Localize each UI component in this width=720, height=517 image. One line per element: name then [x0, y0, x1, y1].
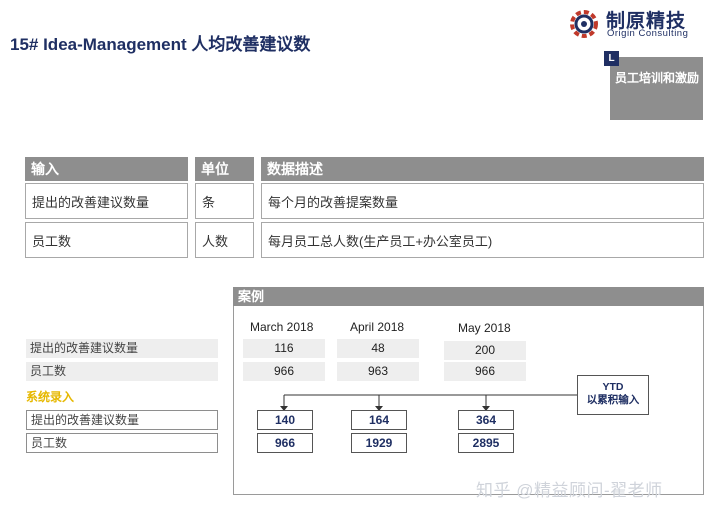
page-title: 15# Idea-Management 人均改善建议数	[10, 35, 311, 54]
cumulative-value: 1929	[351, 433, 407, 453]
value-cell: 116	[243, 339, 325, 358]
value-cell: 966	[444, 362, 526, 381]
header-input: 输入	[25, 157, 188, 181]
month-label: May 2018	[458, 321, 511, 335]
table-cell-description: 每月员工总人数(生产员工+办公室员工)	[261, 222, 704, 258]
month-label: March 2018	[250, 320, 314, 334]
ytd-subtitle: 以累积输入	[586, 394, 640, 406]
header-description: 数据描述	[261, 157, 704, 181]
table-cell-input: 员工数	[25, 222, 188, 258]
header-unit: 单位	[195, 157, 254, 181]
value-cell: 966	[243, 362, 325, 381]
category-letter-badge: L	[604, 51, 619, 66]
table-cell-unit: 条	[195, 183, 254, 219]
table-cell-description: 每个月的改善提案数量	[261, 183, 704, 219]
row-label-employees: 员工数	[26, 362, 218, 381]
ytd-connector-arrows	[280, 394, 577, 411]
category-box	[610, 57, 703, 120]
cumulative-value: 966	[257, 433, 313, 453]
ytd-note: YTD 以累积输入	[577, 375, 649, 415]
cumulative-value: 140	[257, 410, 313, 430]
cumulative-value: 164	[351, 410, 407, 430]
month-label: April 2018	[350, 320, 405, 334]
case-header: 案例	[233, 287, 704, 306]
gear-logo-icon	[570, 10, 598, 38]
value-cell: 48	[337, 339, 419, 358]
category-label: 员工培训和激励	[615, 71, 700, 85]
row-label-employees-cumulative: 员工数	[26, 433, 218, 453]
cumulative-value: 364	[458, 410, 514, 430]
row-label-suggestions-cumulative: 提出的改善建议数量	[26, 410, 218, 430]
ytd-title: YTD	[602, 381, 624, 393]
row-label-suggestions: 提出的改善建议数量	[26, 339, 218, 358]
logo-text-en: Origin Consulting	[607, 28, 689, 39]
system-entry-label: 系统录入	[26, 390, 75, 404]
value-cell: 963	[337, 362, 419, 381]
watermark-text: 知乎 @精益顾问-翟老师	[476, 481, 663, 500]
value-cell: 200	[444, 341, 526, 360]
table-cell-input: 提出的改善建议数量	[25, 183, 188, 219]
cumulative-value: 2895	[458, 433, 514, 453]
table-cell-unit: 人数	[195, 222, 254, 258]
